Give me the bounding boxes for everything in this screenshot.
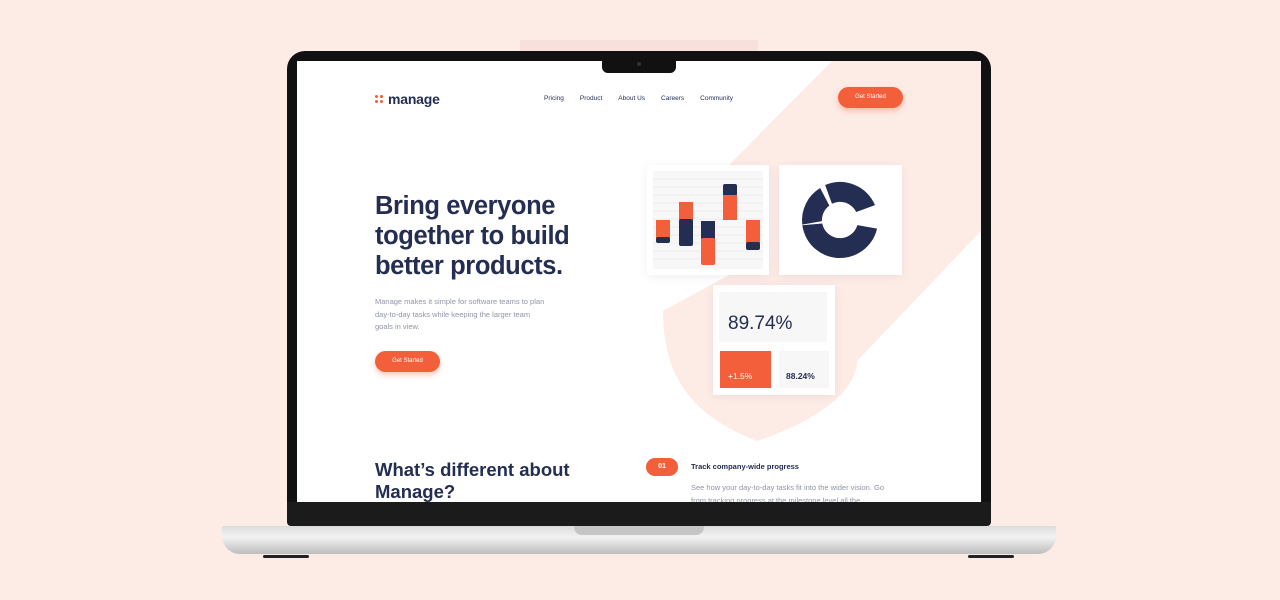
ring-chart-illustration	[779, 165, 902, 275]
main-nav: Pricing Product About Us Careers Communi…	[544, 95, 749, 102]
nav-item-community[interactable]: Community	[700, 95, 733, 102]
laptop-foot-left	[263, 555, 309, 558]
hero-subtitle: Manage makes it simple for software team…	[375, 297, 545, 331]
laptop-foot-right	[968, 555, 1014, 558]
logo-dots-icon	[375, 95, 383, 103]
nav-item-careers[interactable]: Careers	[661, 95, 684, 102]
nav-item-product[interactable]: Product	[580, 95, 602, 102]
hero-get-started-button[interactable]: Get Started	[375, 351, 440, 372]
stat-secondary-value: 88.24%	[786, 371, 815, 381]
laptop-bezel-bottom	[287, 502, 991, 526]
bar-chart-illustration	[647, 165, 769, 275]
laptop-lid-notch	[574, 526, 704, 535]
stat-main-tile: 89.74%	[719, 292, 827, 342]
hero-background-shape	[663, 61, 981, 441]
brand-name: manage	[388, 91, 440, 107]
nav-item-pricing[interactable]: Pricing	[544, 95, 564, 102]
stat-secondary-tile: 88.24%	[779, 351, 829, 388]
ring-chart-graphic	[801, 181, 878, 259]
feature-description: See how your day-to-day tasks fit into t…	[691, 483, 885, 502]
stat-main-value: 89.74%	[728, 313, 793, 334]
stat-delta-tile: +1.5%	[720, 351, 771, 388]
stat-delta-value: +1.5%	[728, 371, 753, 381]
brand-logo[interactable]: manage	[375, 91, 440, 107]
stats-card: 89.74% +1.5% 88.24%	[713, 285, 835, 395]
laptop-screen: manage Pricing Product About Us Careers …	[297, 61, 981, 502]
header-get-started-button[interactable]: Get Started	[838, 87, 903, 108]
nav-item-about-us[interactable]: About Us	[618, 95, 645, 102]
camera-icon	[637, 62, 641, 66]
bar-chart-graphic	[653, 171, 763, 269]
feature-title: Track company-wide progress	[691, 462, 799, 471]
hero-title: Bring everyone together to build better …	[375, 192, 570, 280]
feature-number-badge: 01	[646, 458, 678, 476]
section-title: What’s different about Manage?	[375, 459, 570, 502]
